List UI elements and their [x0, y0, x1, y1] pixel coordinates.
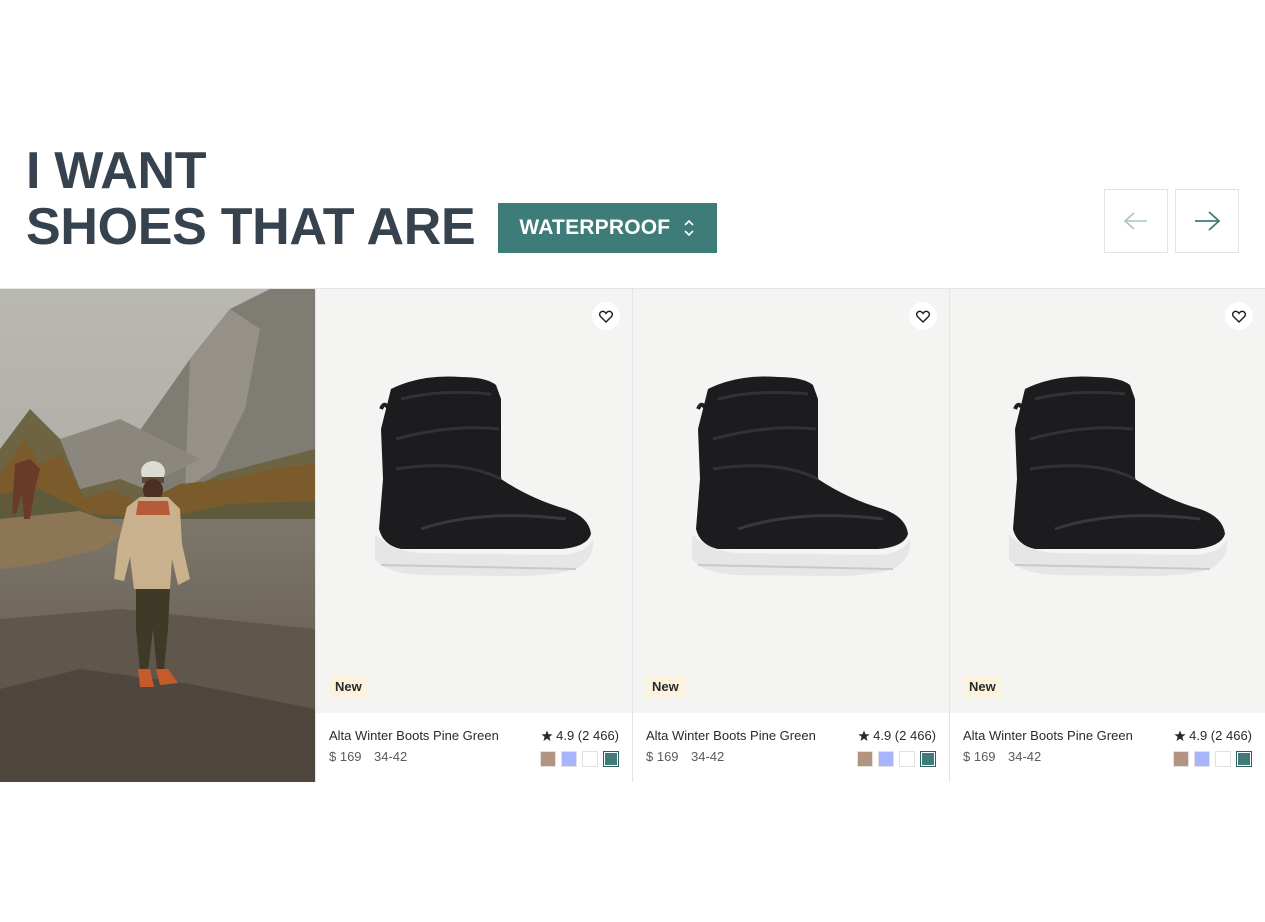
swatch-periwinkle[interactable] — [1194, 751, 1210, 767]
headline-row-2: SHOES THAT ARE WATERPROOF — [26, 198, 718, 256]
arrow-left-icon — [1123, 212, 1147, 230]
swatch-pine-green[interactable] — [603, 751, 619, 767]
product-info: Alta Winter Boots Pine Green 4.9 (2 466)… — [950, 713, 1265, 782]
headline-line-1: I WANT — [26, 142, 207, 200]
filter-select[interactable]: WATERPROOF — [498, 203, 718, 253]
product-card[interactable]: New Alta Winter Boots Pine Green 4.9 (2 … — [315, 289, 632, 782]
star-icon — [1174, 730, 1186, 741]
swatch-white[interactable] — [582, 751, 598, 767]
product-price: $ 169 — [963, 749, 996, 764]
product-name[interactable]: Alta Winter Boots Pine Green — [963, 728, 1133, 743]
product-sizes: 34-42 — [374, 749, 408, 764]
color-swatches — [540, 751, 619, 767]
swatch-pine-green[interactable] — [920, 751, 936, 767]
boot-image — [1009, 376, 1228, 577]
product-rating: 4.9 (2 466) — [858, 728, 936, 743]
rating-value: 4.9 (2 466) — [1189, 728, 1252, 743]
product-name[interactable]: Alta Winter Boots Pine Green — [329, 728, 499, 743]
headline-line-2: SHOES THAT ARE — [26, 198, 476, 256]
boot-image — [375, 376, 594, 577]
product-sizes: 34-42 — [1008, 749, 1042, 764]
product-image-area[interactable]: New — [316, 289, 632, 713]
product-price: $ 169 — [329, 749, 362, 764]
product-name[interactable]: Alta Winter Boots Pine Green — [646, 728, 816, 743]
swatch-periwinkle[interactable] — [561, 751, 577, 767]
swatch-white[interactable] — [899, 751, 915, 767]
star-icon — [858, 730, 870, 741]
product-card[interactable]: New Alta Winter Boots Pine Green 4.9 (2 … — [949, 289, 1265, 782]
swatch-tan[interactable] — [540, 751, 556, 767]
product-price: $ 169 — [646, 749, 679, 764]
swatch-white[interactable] — [1215, 751, 1231, 767]
carousel-next-button[interactable] — [1175, 189, 1239, 253]
hero-image — [0, 289, 315, 782]
wishlist-button[interactable] — [909, 302, 937, 330]
product-row: New Alta Winter Boots Pine Green 4.9 (2 … — [0, 288, 1265, 782]
swatch-periwinkle[interactable] — [878, 751, 894, 767]
color-swatches — [1173, 751, 1252, 767]
rating-value: 4.9 (2 466) — [873, 728, 936, 743]
product-info: Alta Winter Boots Pine Green 4.9 (2 466)… — [316, 713, 632, 782]
product-sizes: 34-42 — [691, 749, 725, 764]
filter-value: WATERPROOF — [519, 216, 671, 239]
product-card[interactable]: New Alta Winter Boots Pine Green 4.9 (2 … — [632, 289, 949, 782]
new-badge: New — [329, 676, 368, 698]
new-badge: New — [646, 676, 685, 698]
swatch-tan[interactable] — [1173, 751, 1189, 767]
heart-icon — [916, 310, 930, 323]
product-image-area[interactable]: New — [633, 289, 949, 713]
new-badge: New — [963, 676, 1002, 698]
headline: I WANT SHOES THAT ARE WATERPROOF — [26, 142, 718, 256]
boot-image — [692, 376, 911, 577]
swatch-pine-green[interactable] — [1236, 751, 1252, 767]
swatch-tan[interactable] — [857, 751, 873, 767]
product-rating: 4.9 (2 466) — [1174, 728, 1252, 743]
heart-icon — [599, 310, 613, 323]
color-swatches — [857, 751, 936, 767]
heart-icon — [1232, 310, 1246, 323]
arrow-right-icon — [1195, 211, 1221, 231]
product-info: Alta Winter Boots Pine Green 4.9 (2 466)… — [633, 713, 949, 782]
product-image-area[interactable]: New — [950, 289, 1265, 713]
wishlist-button[interactable] — [1225, 302, 1253, 330]
chevron-up-down-icon — [684, 219, 694, 237]
rating-value: 4.9 (2 466) — [556, 728, 619, 743]
carousel-prev-button[interactable] — [1104, 189, 1168, 253]
wishlist-button[interactable] — [592, 302, 620, 330]
hiker-by-river-illustration — [0, 289, 315, 782]
star-icon — [541, 730, 553, 741]
product-rating: 4.9 (2 466) — [541, 728, 619, 743]
